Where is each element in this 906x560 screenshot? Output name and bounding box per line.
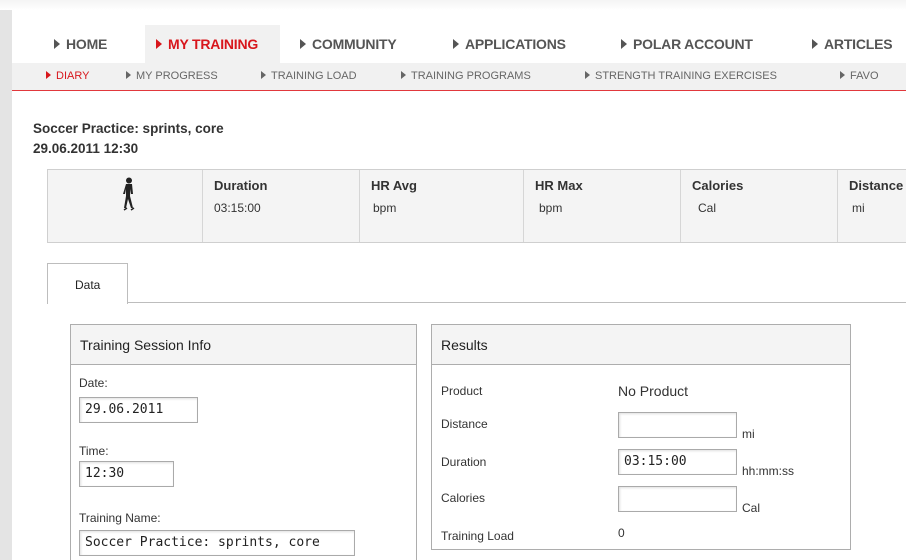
results-title: Results	[432, 325, 850, 365]
duration-unit: hh:mm:ss	[742, 464, 795, 478]
session-datetime: 29.06.2011 12:30	[33, 141, 139, 156]
time-field[interactable]: 12:30	[79, 461, 174, 487]
triangle-right-icon	[401, 71, 406, 79]
date-label: Date:	[79, 376, 108, 390]
nav-applications-label: APPLICATIONS	[465, 36, 566, 52]
subnav-diary[interactable]: DIARY	[46, 63, 89, 91]
triangle-right-icon	[126, 71, 131, 79]
sub-nav: DIARY MY PROGRESS TRAINING LOAD TRAINING…	[12, 63, 906, 91]
triangle-right-icon	[453, 39, 459, 49]
subnav-my-progress[interactable]: MY PROGRESS	[126, 63, 218, 91]
summary-calories-label: Calories	[692, 178, 744, 193]
subnav-training-load-label: TRAINING LOAD	[271, 70, 357, 82]
training-load-value: 0	[618, 526, 625, 540]
nav-polar-account[interactable]: POLAR ACCOUNT	[621, 25, 753, 63]
summary-hr-max-label: HR Max	[535, 178, 583, 193]
nav-my-training-label: MY TRAINING	[168, 36, 259, 52]
triangle-right-icon	[585, 71, 590, 79]
training-session-info-panel: Training Session Info Date: 29.06.2011 T…	[70, 324, 417, 560]
subnav-training-programs[interactable]: TRAINING PROGRAMS	[401, 63, 531, 91]
summary-duration-value: 03:15:00	[214, 201, 261, 215]
subnav-strength-exercises[interactable]: STRENGTH TRAINING EXERCISES	[585, 63, 777, 91]
tab-bar: Data	[47, 263, 906, 304]
nav-community-label: COMMUNITY	[312, 36, 397, 52]
training-load-label: Training Load	[441, 529, 514, 543]
date-field[interactable]: 29.06.2011	[79, 397, 198, 423]
duration-field[interactable]: 03:15:00	[618, 449, 737, 475]
summary-calories: Calories Cal	[680, 170, 837, 242]
subnav-strength-exercises-label: STRENGTH TRAINING EXERCISES	[595, 70, 777, 82]
time-label: Time:	[79, 444, 109, 458]
subnav-training-load[interactable]: TRAINING LOAD	[261, 63, 357, 91]
subnav-my-progress-label: MY PROGRESS	[136, 70, 218, 82]
distance-label: Distance	[441, 417, 488, 431]
calories-field[interactable]	[618, 486, 737, 512]
session-title: Soccer Practice: sprints, core	[33, 121, 224, 136]
summary-distance: Distance mi	[837, 170, 906, 242]
nav-articles-label: ARTICLES	[824, 36, 893, 52]
training-session-info-title: Training Session Info	[71, 325, 416, 365]
summary-hr-max-value: bpm	[539, 201, 563, 215]
subnav-favorites-label: FAVO	[850, 70, 879, 82]
summary-hr-max: HR Max bpm	[523, 170, 680, 242]
duration-label: Duration	[441, 455, 487, 469]
nav-articles[interactable]: ARTICLES	[812, 25, 893, 63]
nav-home-label: HOME	[66, 36, 108, 52]
summary-distance-label: Distance	[849, 178, 904, 193]
triangle-right-icon	[156, 39, 162, 49]
subnav-diary-label: DIARY	[56, 70, 90, 82]
training-name-field[interactable]: Soccer Practice: sprints, core	[79, 530, 355, 556]
results-panel: Results Product No Product Distance mi D…	[431, 324, 851, 550]
triangle-right-icon	[261, 71, 266, 79]
nav-my-training[interactable]: MY TRAINING	[145, 25, 281, 63]
nav-polar-account-label: POLAR ACCOUNT	[633, 36, 753, 52]
walking-person-icon	[123, 177, 135, 211]
triangle-right-icon	[300, 39, 306, 49]
summary-duration-label: Duration	[214, 178, 268, 193]
distance-field[interactable]	[618, 412, 737, 438]
nav-applications[interactable]: APPLICATIONS	[453, 25, 566, 63]
nav-community[interactable]: COMMUNITY	[300, 25, 397, 63]
summary-duration: Duration 03:15:00	[202, 170, 359, 242]
subnav-training-programs-label: TRAINING PROGRAMS	[411, 70, 531, 82]
training-name-label: Training Name:	[79, 511, 161, 525]
summary-hr-avg-value: bpm	[373, 201, 397, 215]
top-shade	[0, 0, 906, 10]
calories-unit: Cal	[742, 501, 761, 515]
distance-unit: mi	[742, 427, 755, 441]
tab-data[interactable]: Data	[47, 263, 128, 304]
summary-distance-value: mi	[852, 201, 865, 215]
summary-calories-value: Cal	[698, 201, 717, 215]
triangle-right-icon	[46, 71, 51, 79]
subnav-favorites[interactable]: FAVO	[840, 63, 879, 91]
triangle-right-icon	[621, 39, 627, 49]
summary-hr-avg-label: HR Avg	[371, 178, 417, 193]
calories-label: Calories	[441, 491, 486, 505]
main-nav: HOME MY TRAINING COMMUNITY APPLICATIONS …	[12, 25, 906, 63]
summary-bar: Duration 03:15:00 HR Avg bpm HR Max bpm …	[47, 169, 906, 243]
triangle-right-icon	[840, 71, 845, 79]
triangle-right-icon	[54, 39, 60, 49]
product-label: Product	[441, 384, 483, 398]
left-shade	[0, 0, 12, 560]
summary-hr-avg: HR Avg bpm	[359, 170, 523, 242]
triangle-right-icon	[812, 39, 818, 49]
product-value: No Product	[618, 383, 689, 399]
nav-home[interactable]: HOME	[54, 25, 107, 63]
